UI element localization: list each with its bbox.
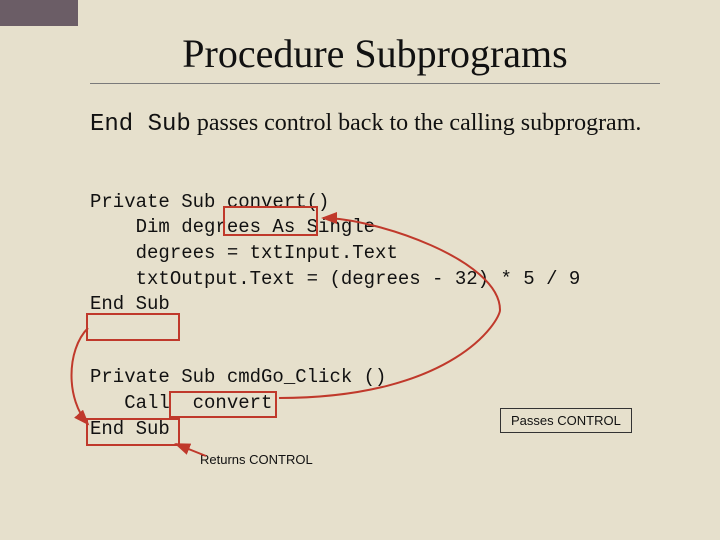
code2-l2a: Call (90, 392, 181, 414)
code1-l1a: Private Sub (90, 191, 227, 213)
passes-control-label: Passes CONTROL (500, 408, 632, 433)
corner-decoration (0, 0, 78, 26)
code2-l1: Private Sub cmdGo_Click () (90, 366, 386, 388)
highlight-endsub-2 (86, 418, 180, 446)
intro-rest: passes control back to the calling subpr… (191, 110, 642, 136)
page-title: Procedure Subprograms (90, 30, 660, 77)
returns-control-label: Returns CONTROL (200, 452, 313, 467)
intro-text: End Sub passes control back to the calli… (90, 108, 660, 140)
slide: Procedure Subprograms End Sub passes con… (0, 0, 720, 540)
highlight-convert-def (223, 206, 318, 236)
title-underline (90, 83, 660, 84)
code1-l4: txtOutput.Text = (degrees - 32) * 5 / 9 (90, 268, 580, 290)
code1-l5: End Sub (90, 293, 170, 315)
highlight-call-convert (169, 391, 277, 418)
highlight-endsub-1 (86, 313, 180, 341)
intro-code: End Sub (90, 111, 191, 138)
code-block-1: Private Sub convert() Dim degrees As Sin… (90, 164, 660, 318)
code1-l3: degrees = txtInput.Text (90, 242, 398, 264)
